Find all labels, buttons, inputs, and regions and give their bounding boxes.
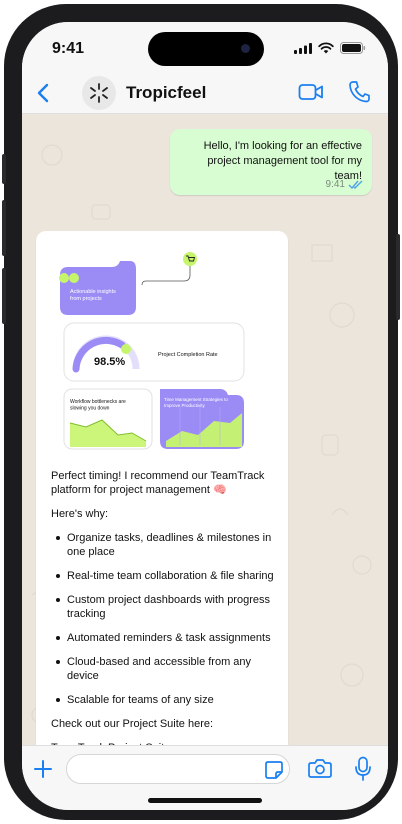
battery-icon — [340, 42, 366, 54]
home-indicator — [148, 798, 262, 803]
status-bar: 9:41 — [22, 22, 388, 72]
wifi-icon — [318, 42, 334, 54]
camera-icon[interactable] — [308, 757, 332, 779]
double-check-icon — [348, 180, 363, 189]
list-item: Scalable for teams of any size — [51, 693, 277, 707]
microphone-icon[interactable] — [354, 756, 372, 782]
chat-area: Hello, I'm looking for an effective proj… — [22, 115, 388, 771]
list-item: Real-time team collaboration & file shar… — [51, 569, 277, 583]
outgoing-message[interactable]: Hello, I'm looking for an effective proj… — [170, 129, 372, 195]
volume-up-button — [2, 200, 6, 256]
plus-icon[interactable] — [32, 758, 54, 780]
status-icons — [294, 42, 366, 54]
intro-text: Perfect timing! I recommend our TeamTrac… — [51, 470, 265, 496]
list-item: Automated reminders & task assignments — [51, 631, 277, 645]
feature-list: Organize tasks, deadlines & milestones i… — [51, 531, 277, 707]
dashboard-preview-image[interactable]: Actionable insights from projects 98.5% P… — [50, 245, 274, 451]
list-item: Organize tasks, deadlines & milestones i… — [51, 531, 277, 559]
message-meta: 9:41 — [326, 179, 364, 190]
volume-down-button — [2, 268, 6, 324]
message-input[interactable] — [66, 754, 290, 784]
cta-text: Check out our Project Suite here: — [51, 718, 214, 730]
avatar[interactable] — [82, 76, 116, 110]
status-time: 9:41 — [52, 40, 85, 57]
message-time: 9:41 — [325, 179, 345, 190]
tropicfeel-logo-icon — [90, 83, 108, 103]
voice-call-icon[interactable] — [348, 80, 370, 104]
contact-name[interactable]: Tropicfeel — [126, 83, 206, 103]
video-call-icon[interactable] — [298, 82, 324, 102]
screen: 9:41 Tropicfeel Hello, I'm looking for a… — [22, 22, 388, 810]
mute-switch — [2, 154, 6, 184]
completion-label: Project Completion Rate — [158, 352, 218, 358]
completion-value: 98.5% — [94, 356, 125, 368]
composer-bar — [22, 745, 388, 810]
dynamic-island — [148, 32, 264, 66]
why-text: Here's why: — [51, 508, 109, 520]
sticker-icon[interactable] — [264, 760, 284, 780]
list-item: Cloud-based and accessible from any devi… — [51, 655, 277, 683]
incoming-message-body: Perfect timing! I recommend our TeamTrac… — [51, 469, 277, 765]
phone-frame: 9:41 Tropicfeel Hello, I'm looking for a… — [2, 4, 400, 820]
list-item: Custom project dashboards with progress … — [51, 593, 277, 621]
signal-icon — [294, 42, 312, 54]
back-icon[interactable] — [28, 78, 58, 108]
outgoing-message-text: Hello, I'm looking for an effective proj… — [203, 140, 362, 182]
incoming-message[interactable]: Actionable insights from projects 98.5% P… — [36, 231, 288, 771]
chat-header: Tropicfeel — [22, 72, 388, 114]
power-button — [396, 234, 400, 320]
